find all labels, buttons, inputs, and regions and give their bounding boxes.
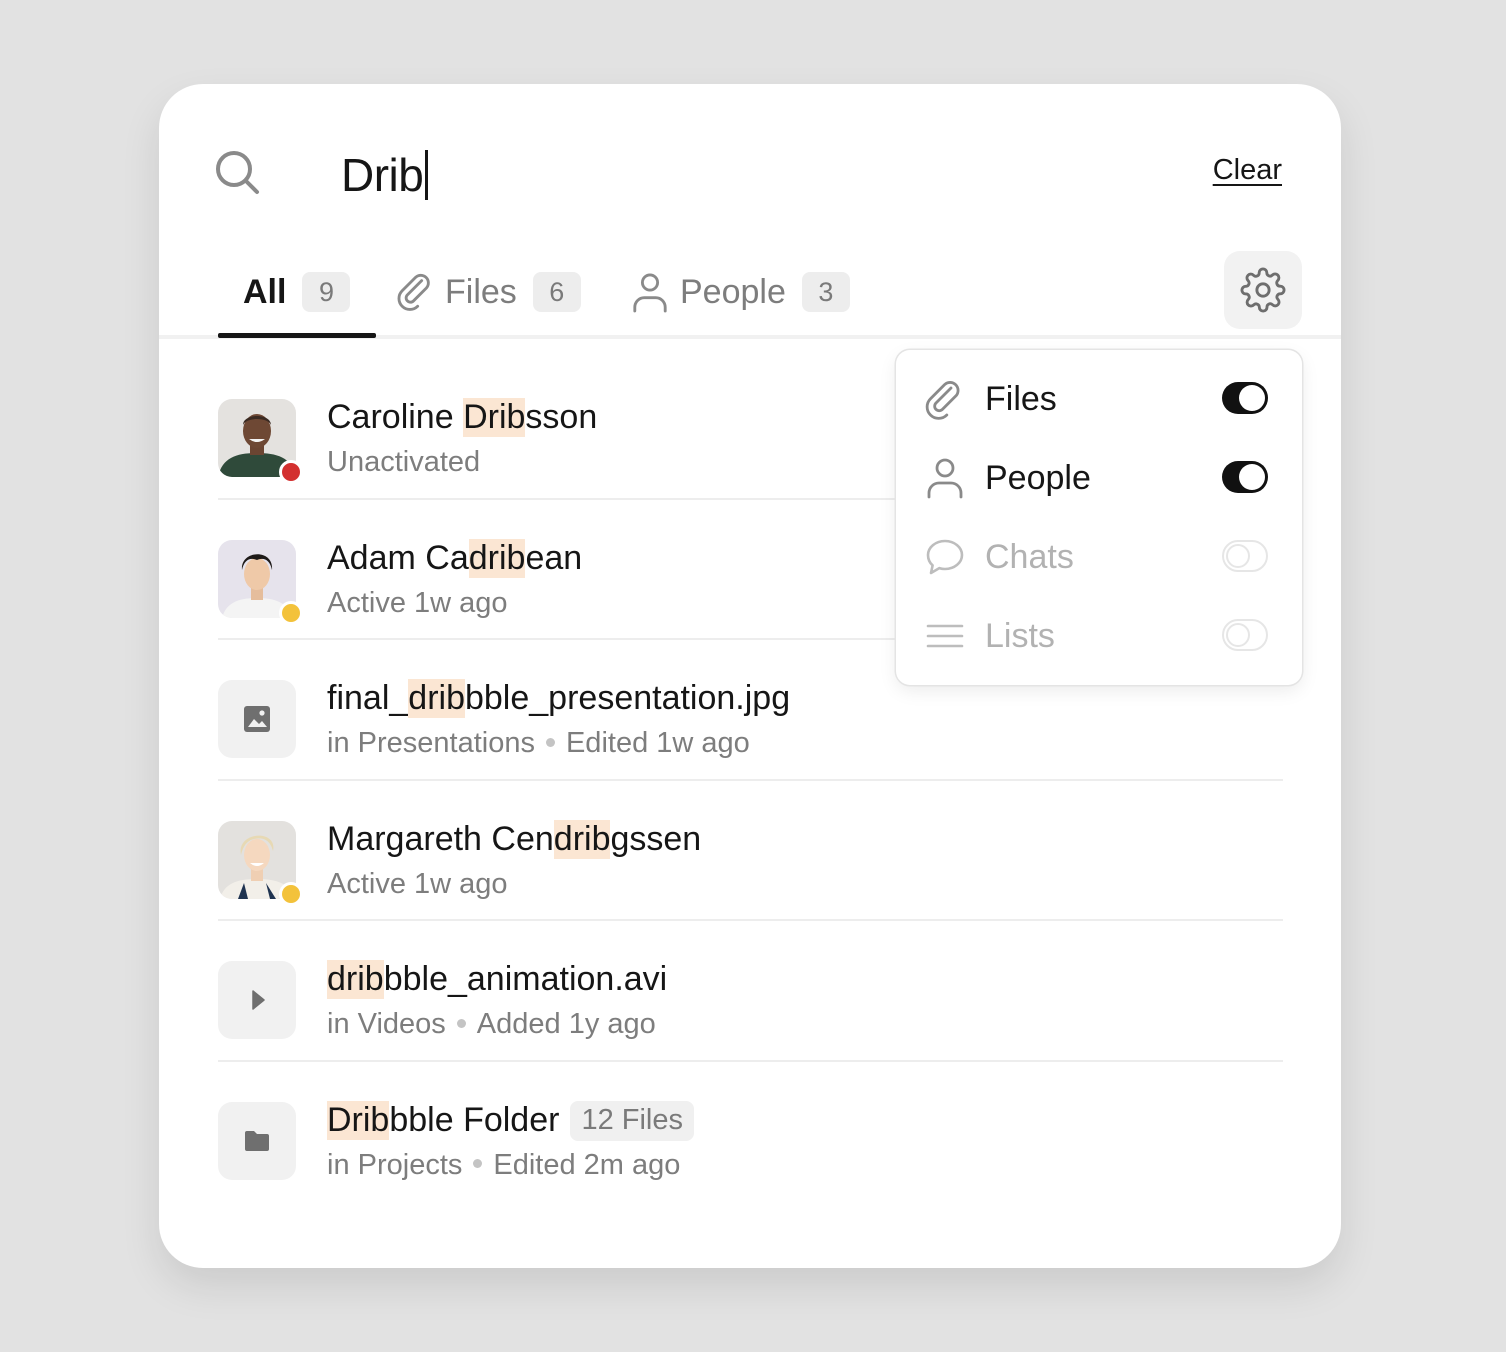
gear-icon — [1240, 267, 1286, 313]
title-text: ean — [525, 538, 583, 577]
toggle-switch-on[interactable] — [1222, 461, 1268, 493]
chat-bubble-icon — [926, 539, 964, 575]
text-caret — [425, 150, 429, 200]
result-meta: Edited 1w ago — [565, 727, 750, 759]
tab-label: People — [680, 272, 786, 311]
avatar — [218, 539, 303, 625]
result-title: final_ drib bble_presentation.jpg — [327, 679, 790, 718]
status-dot-red — [279, 460, 303, 484]
result-meta: Edited 2m ago — [493, 1148, 681, 1181]
filter-item-files[interactable]: Files — [896, 360, 1302, 439]
filter-item-people[interactable]: People — [896, 439, 1302, 518]
match-highlight: Drib — [463, 398, 526, 437]
result-row[interactable]: Drib bble Folder 12 Files in Projects Edit… — [218, 1062, 1283, 1203]
search-icon — [216, 151, 259, 194]
result-row[interactable]: Margareth Cen drib gssen Active 1w ago — [218, 781, 1283, 921]
result-subtitle: in Presentations Edited 1w ago — [327, 727, 750, 760]
separator-dot — [456, 1018, 466, 1028]
filter-label: Files — [985, 380, 1057, 418]
title-text: bble Folder — [389, 1101, 560, 1139]
file-thumbnail — [218, 961, 296, 1039]
title-text: Caroline — [327, 398, 464, 436]
result-title: Margareth Cen drib gssen — [327, 819, 702, 859]
active-tab-indicator — [218, 333, 376, 338]
paperclip-icon — [925, 381, 960, 420]
result-subtitle: Active 1w ago — [327, 867, 508, 900]
tab-count-badge: 9 — [302, 272, 351, 312]
title-text: bble_animation.avi — [383, 960, 668, 998]
filter-dropdown: Files People Chats Lists — [896, 350, 1302, 685]
filter-label: People — [985, 459, 1091, 497]
status-dot-yellow — [279, 600, 303, 625]
result-subtitle: Unactivated — [327, 446, 481, 478]
tab-label: Files — [445, 272, 517, 311]
result-title: drib bble_animation.avi — [327, 960, 667, 999]
tab-count-badge: 6 — [532, 272, 581, 312]
folder-icon — [245, 1130, 269, 1151]
search-card: Drib Clear All 9 Files 6 People 3 Caroli… — [159, 84, 1341, 1268]
image-icon — [244, 706, 270, 732]
match-highlight: drib — [553, 819, 611, 859]
match-highlight: drib — [408, 679, 465, 718]
settings-button[interactable] — [1224, 251, 1302, 329]
match-highlight: drib — [327, 960, 384, 999]
filter-label: Chats — [985, 538, 1074, 576]
filter-item-lists[interactable]: Lists — [896, 597, 1302, 676]
title-text: final_ — [327, 679, 409, 717]
result-title: Caroline Drib sson — [327, 398, 597, 437]
list-icon — [926, 624, 964, 648]
title-text: gssen — [610, 819, 702, 858]
tab-files[interactable]: Files 6 — [396, 270, 581, 314]
toggle-switch-off[interactable] — [1222, 540, 1268, 572]
separator-dot — [473, 1159, 483, 1169]
result-tabs: All 9 Files 6 People 3 — [218, 254, 1341, 340]
result-location: in Videos — [327, 1008, 446, 1040]
folder-thumbnail — [218, 1101, 296, 1180]
result-title: Adam Ca drib ean — [327, 538, 583, 578]
title-text: bble_presentation.jpg — [464, 679, 791, 717]
title-text: sson — [525, 398, 598, 436]
filter-item-chats[interactable]: Chats — [896, 518, 1302, 597]
person-icon — [633, 273, 667, 313]
result-title: Drib bble Folder 12 Files — [327, 1100, 694, 1141]
result-location: in Projects — [327, 1148, 463, 1181]
search-query: Drib — [341, 149, 424, 201]
result-row[interactable]: drib bble_animation.avi in Videos Added 1y… — [218, 921, 1283, 1062]
separator-dot — [545, 737, 555, 747]
clear-button[interactable]: Clear — [1213, 154, 1282, 187]
search-bar: Drib Clear — [213, 144, 1282, 204]
play-icon — [252, 990, 265, 1010]
title-text: Adam Ca — [327, 538, 469, 577]
result-subtitle: in Videos Added 1y ago — [327, 1008, 656, 1041]
toggle-switch-on[interactable] — [1222, 382, 1268, 414]
tab-people[interactable]: People 3 — [631, 270, 850, 314]
title-text: Margareth Cen — [327, 819, 554, 858]
result-meta: Added 1y ago — [476, 1008, 656, 1040]
match-highlight: drib — [468, 538, 526, 578]
toggle-switch-off[interactable] — [1222, 619, 1268, 651]
avatar — [218, 399, 303, 484]
tab-all[interactable]: All 9 — [243, 270, 351, 314]
filter-label: Lists — [985, 617, 1055, 655]
paperclip-icon — [397, 273, 430, 311]
match-highlight: Drib — [327, 1101, 390, 1140]
avatar — [218, 820, 303, 906]
result-location: in Presentations — [327, 727, 535, 759]
result-subtitle: Active 1w ago — [327, 586, 508, 619]
status-dot-yellow — [279, 881, 303, 906]
result-subtitle: in Projects Edited 2m ago — [327, 1149, 680, 1182]
file-count-badge: 12 Files — [570, 1100, 694, 1141]
file-thumbnail — [218, 680, 296, 758]
search-input[interactable]: Drib — [341, 147, 429, 203]
tab-label: All — [243, 272, 287, 311]
person-icon — [927, 458, 963, 499]
tab-count-badge: 3 — [801, 272, 850, 312]
